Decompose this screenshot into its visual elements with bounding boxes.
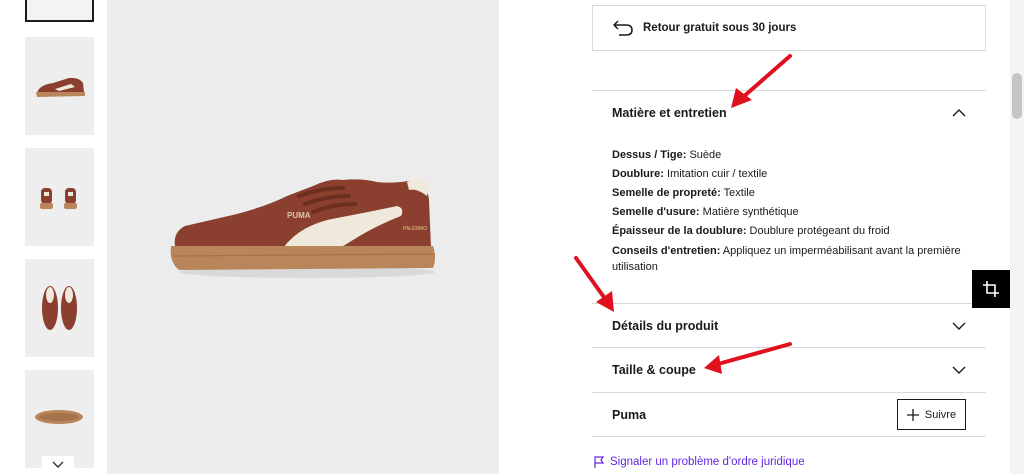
material-row-lining: Doublure: Imitation cuir / textile xyxy=(612,168,768,180)
crop-tool-button[interactable] xyxy=(972,270,1010,308)
size-fit-title: Taille & coupe xyxy=(612,362,696,377)
report-legal-issue-link[interactable]: Signaler un problème d'ordre juridique xyxy=(594,456,805,468)
chevron-up-icon xyxy=(952,108,966,116)
follow-brand-button[interactable]: Suivre xyxy=(897,399,966,430)
material-care-header[interactable]: Matière et entretien xyxy=(592,90,986,134)
main-product-image[interactable]: PUMA PALERMO xyxy=(107,0,499,474)
thumbnail-side-view[interactable] xyxy=(25,37,94,135)
product-details-header[interactable]: Détails du produit xyxy=(592,303,986,347)
follow-button-label: Suivre xyxy=(924,408,957,421)
chevron-down-icon xyxy=(952,366,966,374)
scrollbar-thumb[interactable] xyxy=(1012,73,1022,119)
report-link-text: Signaler un problème d'ordre juridique xyxy=(610,456,805,468)
flag-icon xyxy=(594,456,604,468)
material-row-outsole: Semelle d'usure: Matière synthétique xyxy=(612,206,799,218)
thumbnails-scroll-down-button[interactable] xyxy=(42,456,74,474)
material-row-lining-thickness: Épaisseur de la doublure: Doublure proté… xyxy=(612,225,890,237)
page-scrollbar[interactable] xyxy=(1010,0,1024,474)
return-arrow-icon xyxy=(613,20,633,36)
thumbnail-selected[interactable] xyxy=(25,0,94,22)
shoe-brand-mark: PUMA xyxy=(287,211,311,220)
material-row-insole: Semelle de propreté: Textile xyxy=(612,187,755,199)
shoe-heel-text: PALERMO xyxy=(403,226,427,232)
thumbnail-list xyxy=(24,0,96,474)
chevron-down-icon xyxy=(952,322,966,330)
thumbnail-back-view[interactable] xyxy=(25,148,94,246)
brand-name[interactable]: Puma xyxy=(612,408,646,422)
return-policy-text: Retour gratuit sous 30 jours xyxy=(643,22,797,34)
material-row-upper: Dessus / Tige: Suède xyxy=(612,149,722,161)
return-policy-box: Retour gratuit sous 30 jours xyxy=(592,5,986,51)
size-fit-header[interactable]: Taille & coupe xyxy=(592,347,986,391)
crop-icon xyxy=(983,281,999,297)
product-details-title: Détails du produit xyxy=(612,318,719,333)
thumbnail-top-view[interactable] xyxy=(25,259,94,357)
product-page: PUMA PALERMO Retour gratuit sous 30 jour… xyxy=(0,0,1024,474)
product-info-panel: Retour gratuit sous 30 jours Matière et … xyxy=(592,0,986,474)
brand-row: Puma Suivre xyxy=(592,392,986,437)
material-care-title: Matière et entretien xyxy=(612,105,727,120)
thumbnail-sole-view[interactable] xyxy=(25,370,94,468)
material-care-content: Dessus / Tige: Suède Doublure: Imitation… xyxy=(612,146,972,275)
plus-icon xyxy=(906,408,919,421)
material-row-care-tips: Conseils d'entretien: Appliquez un imper… xyxy=(612,245,961,273)
chevron-down-icon xyxy=(52,461,64,468)
